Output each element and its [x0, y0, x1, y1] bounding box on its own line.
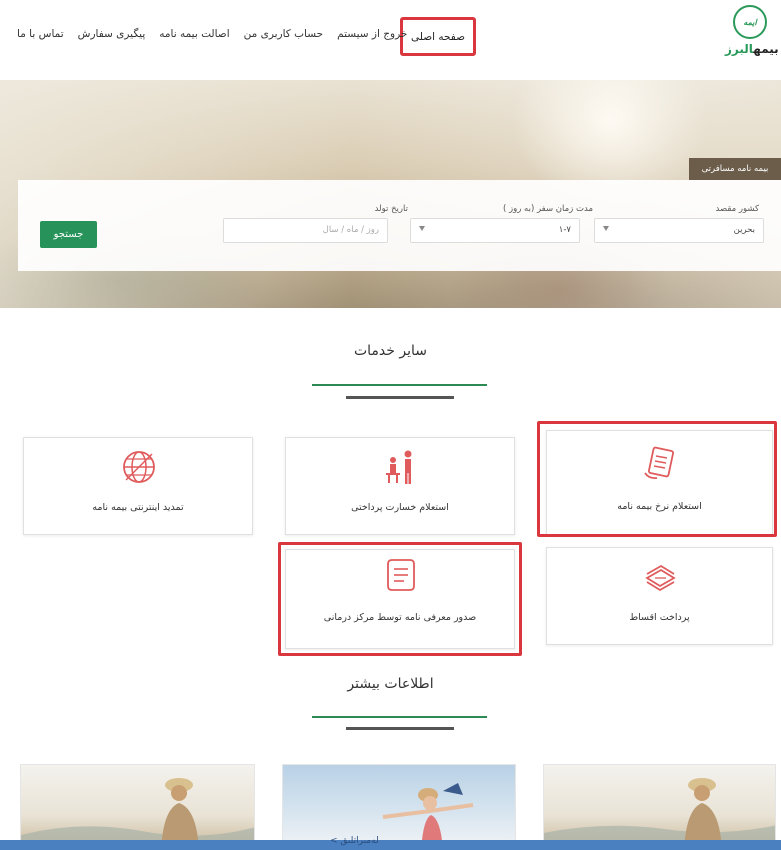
traveler-image-icon [544, 778, 775, 849]
birthdate-label: تاریخ تولد [374, 204, 408, 214]
info-thumbnail[interactable] [543, 764, 776, 850]
traveler-image-icon [21, 778, 254, 849]
card-installments[interactable]: پرداخت اقساط [546, 547, 773, 645]
brand-logo[interactable]: ایمه بیمهالبرز [725, 5, 779, 65]
card-label: استعلام خسارت پرداختی [351, 502, 449, 513]
hero-banner: بیمه نامه مسافرتی کشور مقصد بحرین مدت زم… [0, 80, 781, 308]
divider [312, 716, 487, 718]
more-info-title: اطلاعات بیشتر [347, 676, 434, 692]
divider [346, 396, 454, 399]
nav-my-account[interactable]: حساب کاربری من [237, 28, 330, 40]
card-medical-referral[interactable]: صدور معرفی نامه توسط مرکز درمانی [285, 549, 515, 649]
birthdate-input[interactable]: روز / ماه / سال [223, 218, 388, 243]
duration-label: مدت زمان سفر (به روز ) [503, 204, 593, 214]
tab-travel-insurance[interactable]: بیمه نامه مسافرتی [689, 158, 781, 180]
consultation-icon [386, 450, 412, 484]
destination-label: کشور مقصد [715, 204, 759, 214]
chevron-down-icon [419, 226, 425, 231]
info-thumbnail[interactable] [282, 764, 516, 850]
divider [346, 727, 454, 730]
info-thumbnail[interactable] [20, 764, 255, 850]
bottom-bar [0, 840, 781, 850]
card-online-renewal[interactable]: تمدید اینترنتی بیمه نامه [23, 437, 253, 535]
card-claim-inquiry[interactable]: استعلام خسارت پرداختی [285, 437, 515, 535]
nav-policy-authenticity[interactable]: اصالت بیمه نامه [152, 28, 236, 40]
bottom-bar-text: < لەمىراتلىق [330, 836, 379, 846]
money-stack-icon [645, 564, 676, 592]
nav-logout[interactable]: خروج از سیستم [330, 28, 414, 40]
duration-value: ۱-۷ [558, 225, 571, 235]
card-label: تمدید اینترنتی بیمه نامه [92, 502, 184, 513]
happy-child-image-icon [382, 783, 474, 849]
search-button[interactable]: جستجو [40, 221, 97, 248]
site-header: صفحه اصلی خروج از سیستم حساب کاربری من ا… [0, 0, 781, 80]
globe-icon [123, 451, 155, 483]
services-title: سایر خدمات [353, 343, 427, 359]
card-rate-inquiry[interactable]: استعلام نرخ بیمه نامه [546, 430, 773, 535]
destination-value: بحرین [733, 225, 755, 235]
nav-contact-us[interactable]: تماس با ما [10, 28, 71, 40]
logo-name: بیمهالبرز [725, 42, 779, 56]
logo-mark-icon: ایمه [733, 5, 767, 39]
birthdate-placeholder: روز / ماه / سال [322, 225, 379, 235]
document-list-icon [644, 446, 675, 480]
card-label: استعلام نرخ بیمه نامه [617, 501, 702, 512]
card-label: صدور معرفی نامه توسط مرکز درمانی [323, 612, 477, 623]
main-nav: خروج از سیستم حساب کاربری من اصالت بیمه … [10, 28, 414, 40]
duration-select[interactable]: ۱-۷ [410, 218, 580, 243]
travel-search-panel: کشور مقصد بحرین مدت زمان سفر (به روز ) ۱… [18, 180, 781, 271]
divider [312, 384, 487, 386]
chevron-down-icon [603, 226, 609, 231]
nav-order-tracking[interactable]: پیگیری سفارش [71, 28, 153, 40]
document-icon [387, 559, 415, 591]
destination-select[interactable]: بحرین [594, 218, 764, 243]
card-label: پرداخت اقساط [629, 612, 690, 623]
